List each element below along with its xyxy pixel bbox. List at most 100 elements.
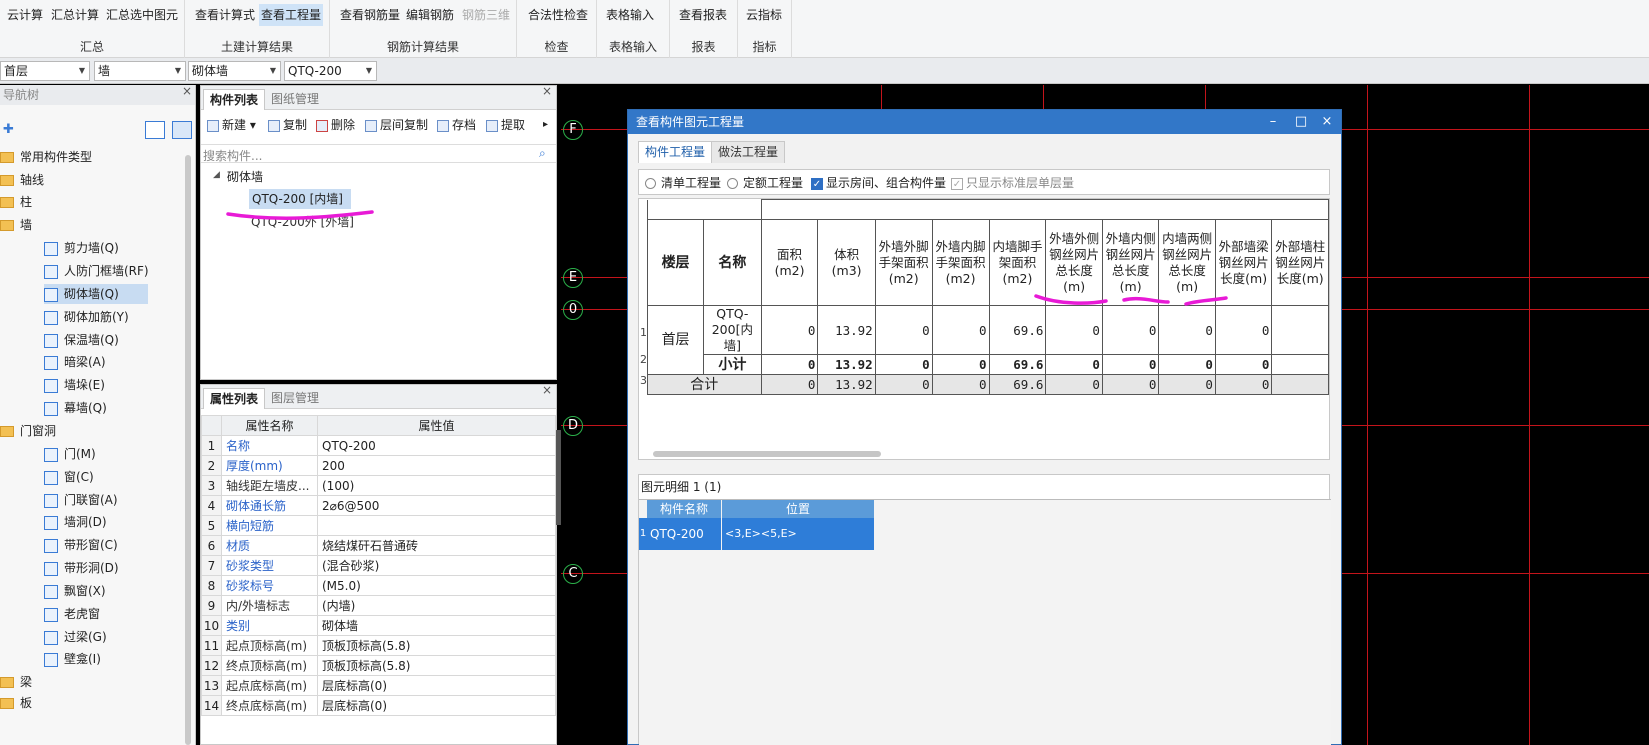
property-value[interactable]: (M5.0)	[317, 575, 556, 596]
tab-drawing-manage[interactable]: 图纸管理	[265, 89, 325, 110]
search-icon[interactable]: ⌕	[539, 146, 546, 161]
property-row[interactable]: 14 终点底标高(m) 层底标高(0)	[201, 695, 556, 716]
summary-calc-button[interactable]: 汇总计算	[49, 4, 101, 26]
nav-item[interactable]: 门联窗(A)	[44, 490, 118, 510]
nav-item[interactable]: 保温墙(Q)	[44, 330, 119, 350]
property-value[interactable]: QTQ-200	[317, 435, 556, 456]
property-row[interactable]: 4 砌体通长筋 2⌀6@500	[201, 495, 556, 516]
property-row[interactable]: 9 内/外墙标志 (内墙)	[201, 595, 556, 616]
property-row[interactable]: 1 名称 QTQ-200	[201, 435, 556, 456]
table-input-button[interactable]: 表格输入	[604, 4, 656, 26]
nav-item[interactable]: 砌体加筋(Y)	[44, 307, 129, 327]
property-value[interactable]	[317, 515, 556, 536]
nav-scrollbar[interactable]	[185, 155, 191, 745]
property-value[interactable]: 200	[317, 455, 556, 476]
nav-item[interactable]: 人防门框墙(RF)	[44, 261, 149, 281]
nav-item[interactable]: 砌体墙(Q)	[44, 284, 148, 304]
minimize-icon[interactable]: –	[1261, 110, 1285, 134]
maximize-icon[interactable]: □	[1289, 110, 1313, 134]
tab-method-quantity[interactable]: 做法工程量	[711, 141, 786, 163]
property-row[interactable]: 13 起点底标高(m) 层底标高(0)	[201, 675, 556, 696]
tab-component-list[interactable]: 构件列表	[203, 89, 266, 110]
copy-button[interactable]: 复制	[268, 116, 307, 134]
type-select[interactable]: 砌体墙 ▼	[188, 61, 281, 81]
nav-item[interactable]: 轴线	[0, 170, 44, 190]
nav-item[interactable]: 壁龛(I)	[44, 649, 101, 669]
category-select[interactable]: 墙 ▼	[94, 61, 186, 81]
summary-selected-button[interactable]: 汇总选中图元	[104, 4, 180, 26]
cloud-index-button[interactable]: 云指标	[744, 4, 784, 26]
property-row[interactable]: 7 砂浆类型 (混合砂浆)	[201, 555, 556, 576]
property-row[interactable]: 2 厚度(mm) 200	[201, 455, 556, 476]
view-formula-button[interactable]: 查看计算式	[193, 4, 257, 26]
property-value[interactable]: (内墙)	[317, 595, 556, 616]
view-report-button[interactable]: 查看报表	[677, 4, 729, 26]
nav-item[interactable]: 剪力墙(Q)	[44, 238, 119, 258]
list-item[interactable]: QTQ-200外 [外墙]	[251, 213, 354, 230]
view-rebar-button[interactable]: 查看钢筋量	[338, 4, 402, 26]
tab-component-quantity[interactable]: 构件工程量	[638, 141, 713, 163]
cloud-calc-button[interactable]: 云计算	[5, 4, 45, 26]
property-row[interactable]: 10 类别 砌体墙	[201, 615, 556, 636]
nav-item[interactable]: 幕墙(Q)	[44, 398, 107, 418]
search-box[interactable]: 搜索构件... ⌕	[201, 144, 556, 163]
nav-item[interactable]: 墙	[0, 215, 32, 235]
property-row[interactable]: 11 起点顶标高(m) 顶板顶标高(5.8)	[201, 635, 556, 656]
view-quantity-button[interactable]: 查看工程量	[259, 4, 324, 26]
list-view-icon[interactable]	[145, 121, 165, 139]
tree-view-icon[interactable]	[172, 121, 192, 139]
component-select[interactable]: QTQ-200 ▼	[284, 61, 377, 81]
detail-cell-position[interactable]: <3,E><5,E>	[722, 518, 874, 550]
nav-item[interactable]: 门(M)	[44, 444, 96, 464]
quota-quantity-radio[interactable]: 定额工程量	[727, 174, 803, 192]
floor-copy-button[interactable]: 层间复制	[365, 116, 428, 134]
nav-item[interactable]: 门窗洞	[0, 421, 56, 441]
more-icon[interactable]: ▸	[543, 116, 548, 134]
nav-item[interactable]: 墙垛(E)	[44, 375, 105, 395]
delete-button[interactable]: 删除	[316, 116, 355, 134]
detail-cell-name[interactable]: QTQ-200	[647, 518, 721, 550]
nav-item[interactable]: 老虎窗	[44, 604, 100, 624]
nav-item[interactable]: 窗(C)	[44, 467, 94, 487]
property-value[interactable]: 顶板顶标高(5.8)	[317, 635, 556, 656]
archive-button[interactable]: 存档	[437, 116, 476, 134]
floor-select[interactable]: 首层 ▼	[0, 61, 90, 81]
tab-property-list[interactable]: 属性列表	[203, 388, 266, 409]
property-value[interactable]: 砌体墙	[317, 615, 556, 636]
property-value[interactable]: 层底标高(0)	[317, 695, 556, 716]
close-icon[interactable]: ×	[542, 84, 552, 98]
rebar-3d-button[interactable]: 钢筋三维	[460, 4, 512, 26]
nav-item[interactable]: 飘窗(X)	[44, 581, 106, 601]
property-row[interactable]: 3 轴线距左墙皮... (100)	[201, 475, 556, 496]
add-icon[interactable]: ✚	[3, 122, 14, 137]
nav-item[interactable]: 过梁(G)	[44, 627, 107, 647]
horizontal-scrollbar[interactable]	[653, 451, 881, 457]
property-row[interactable]: 12 终点顶标高(m) 顶板顶标高(5.8)	[201, 655, 556, 676]
name-cell[interactable]: QTQ-200[内墙]	[703, 305, 762, 355]
property-value[interactable]: 顶板顶标高(5.8)	[317, 655, 556, 676]
close-icon[interactable]: ×	[182, 84, 192, 98]
nav-item[interactable]: 带形洞(D)	[44, 558, 119, 578]
nav-item[interactable]: 带形窗(C)	[44, 535, 118, 555]
property-value[interactable]: 2⌀6@500	[317, 495, 556, 516]
property-row[interactable]: 5 横向短筋	[201, 515, 556, 536]
standard-floor-checkbox[interactable]: ✓ 只显示标准层单层量	[951, 174, 1074, 192]
new-button[interactable]: 新建 ▾	[207, 116, 256, 134]
property-value[interactable]: (100)	[317, 475, 556, 496]
property-row[interactable]: 8 砂浆标号 (M5.0)	[201, 575, 556, 596]
property-value[interactable]: 层底标高(0)	[317, 675, 556, 696]
nav-item[interactable]: 墙洞(D)	[44, 512, 107, 532]
nav-item[interactable]: 板	[0, 693, 32, 713]
collapse-icon[interactable]: ◢	[213, 170, 220, 180]
list-item[interactable]: QTQ-200 [内墙]	[249, 189, 351, 209]
property-value[interactable]: (混合砂浆)	[317, 555, 556, 576]
close-icon[interactable]: ×	[542, 383, 552, 397]
show-room-checkbox[interactable]: ✓ 显示房间、组合构件量	[811, 174, 946, 192]
nav-item[interactable]: 常用构件类型	[0, 147, 92, 167]
property-value[interactable]: 烧结煤矸石普通砖	[317, 535, 556, 556]
extract-button[interactable]: 提取	[486, 116, 525, 134]
bill-quantity-radio[interactable]: 清单工程量	[645, 174, 721, 192]
tab-layer-manage[interactable]: 图层管理	[265, 388, 325, 409]
nav-item[interactable]: 暗梁(A)	[44, 352, 106, 372]
validity-check-button[interactable]: 合法性检查	[526, 4, 590, 26]
